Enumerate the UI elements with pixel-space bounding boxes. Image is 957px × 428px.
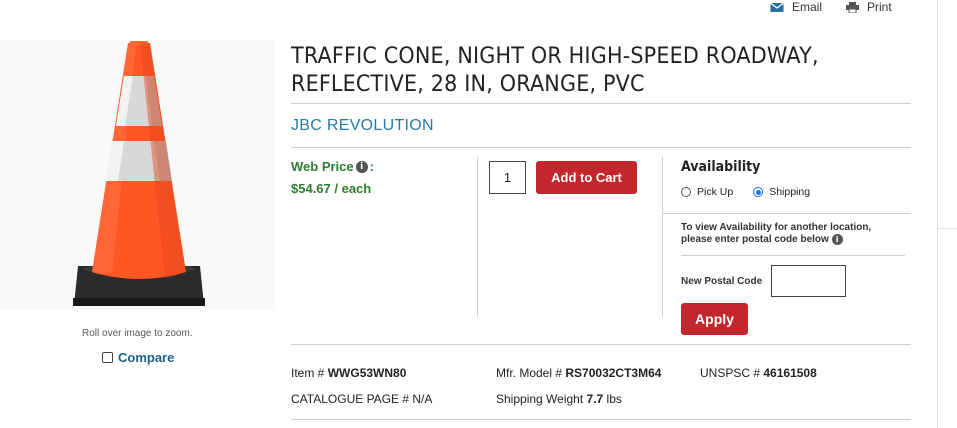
quantity-input[interactable] — [489, 161, 526, 194]
envelope-icon — [770, 2, 784, 13]
zoom-hint: Roll over image to zoom. — [82, 328, 193, 339]
availability-note-text: To view Availability for another locatio… — [681, 222, 872, 245]
apply-button[interactable]: Apply — [681, 303, 748, 335]
top-actions: Email Print — [770, 0, 892, 14]
info-icon[interactable]: i — [831, 234, 843, 245]
compare-checkbox[interactable] — [102, 352, 113, 363]
availability-title: Availability — [681, 159, 761, 175]
shipping-weight: Shipping Weight 7.7 lbs — [496, 392, 622, 406]
price-label-text: Web Price — [291, 159, 354, 174]
price-divider — [477, 157, 478, 317]
pickup-label[interactable]: Pick Up — [697, 186, 733, 198]
postal-separator — [681, 255, 905, 256]
mfr-model: Mfr. Model # RS70032CT3M64 — [496, 366, 661, 380]
availability-separator — [663, 213, 911, 214]
pickup-radio[interactable] — [681, 187, 691, 197]
info-icon[interactable]: i — [355, 160, 368, 173]
bottom-divider — [291, 419, 911, 420]
brand-link[interactable]: JBC REVOLUTION — [291, 117, 434, 135]
title-divider — [291, 103, 911, 104]
shipping-radio[interactable] — [753, 187, 764, 197]
compare-label[interactable]: Compare — [118, 350, 174, 365]
page-edge-divider — [937, 0, 938, 428]
print-label: Print — [867, 0, 892, 14]
postal-code-input[interactable] — [771, 265, 846, 297]
item-number-value: WWG53WN80 — [327, 366, 407, 380]
unspsc-value: 46161508 — [763, 366, 817, 380]
catalogue-page-label: CATALOGUE PAGE # — [291, 392, 410, 406]
unspsc-label: UNSPSC # — [700, 366, 761, 380]
mfr-model-value: RS70032CT3M64 — [565, 366, 662, 380]
product-title: TRAFFIC CONE, NIGHT OR HIGH-SPEED ROADWA… — [291, 43, 819, 97]
catalogue-page-value: N/A — [412, 392, 433, 406]
postal-code-label: New Postal Code — [681, 276, 763, 287]
shipping-label[interactable]: Shipping — [769, 186, 810, 198]
print-link[interactable]: Print — [846, 0, 892, 14]
compare-toggle[interactable]: Compare — [102, 350, 174, 365]
add-to-cart-button[interactable]: Add to Cart — [536, 161, 637, 194]
shipping-weight-value: 7.7 — [586, 392, 604, 406]
email-link[interactable]: Email — [770, 0, 822, 14]
fulfillment-options: Pick Up Shipping — [681, 186, 830, 198]
page-edge-tick — [938, 228, 957, 229]
product-image[interactable] — [0, 40, 275, 310]
web-price-label: Web Price i : — [291, 159, 374, 174]
unspsc: UNSPSC # 46161508 — [700, 366, 817, 380]
mfr-model-label: Mfr. Model # — [496, 366, 563, 380]
email-label: Email — [792, 0, 823, 14]
shipping-weight-label: Shipping Weight — [496, 392, 584, 406]
shipping-weight-unit: lbs — [606, 392, 622, 406]
catalogue-page: CATALOGUE PAGE # N/A — [291, 392, 432, 406]
specs-divider — [291, 344, 911, 345]
price-value: $54.67 / each — [291, 181, 372, 196]
availability-divider — [662, 157, 663, 317]
availability-note: To view Availability for another locatio… — [681, 222, 901, 246]
item-number-label: Item # — [291, 366, 325, 380]
item-number: Item # WWG53WN80 — [291, 366, 406, 380]
price-label-colon: : — [369, 159, 374, 174]
printer-icon — [846, 1, 860, 13]
brand-divider — [291, 147, 911, 148]
